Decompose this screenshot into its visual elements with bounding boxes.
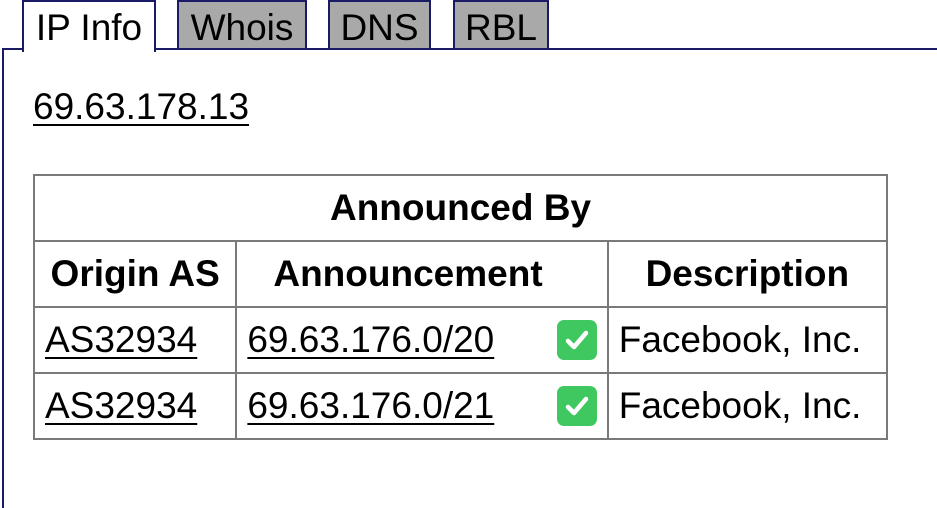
origin-as-cell: AS32934 [32,372,238,440]
tab-dns[interactable]: DNS [328,0,431,48]
announcement-link[interactable]: 69.63.176.0/21 [247,385,494,426]
description-cell: Facebook, Inc. [606,306,889,374]
check-mark-icon [556,386,597,426]
tab-bar: IP Info Whois DNS RBL [0,0,937,52]
table-title: Announced By [33,174,888,242]
column-header-description: Description [606,240,889,308]
tab-ip-info[interactable]: IP Info [22,0,156,52]
announced-by-table: Announced By Origin AS Announcement Desc… [32,174,889,440]
announcement-link[interactable]: 69.63.176.0/20 [247,319,494,360]
column-header-origin-as: Origin AS [32,240,238,308]
check-mark-icon [556,320,597,360]
announcement-cell: 69.63.176.0/21 [235,372,609,440]
ip-address-link[interactable]: 69.63.178.13 [33,86,249,128]
origin-as-link[interactable]: AS32934 [45,319,197,360]
table-row: AS32934 69.63.176.0/21 Facebook, Inc. [32,372,889,440]
origin-as-link[interactable]: AS32934 [45,385,197,426]
tab-rbl[interactable]: RBL [453,0,549,48]
column-header-announcement: Announcement [235,240,609,308]
announcement-cell: 69.63.176.0/20 [235,306,609,374]
origin-as-cell: AS32934 [32,306,238,374]
tab-whois[interactable]: Whois [177,0,307,48]
table-row: AS32934 69.63.176.0/20 Facebook, Inc. [32,306,889,374]
description-cell: Facebook, Inc. [606,372,889,440]
